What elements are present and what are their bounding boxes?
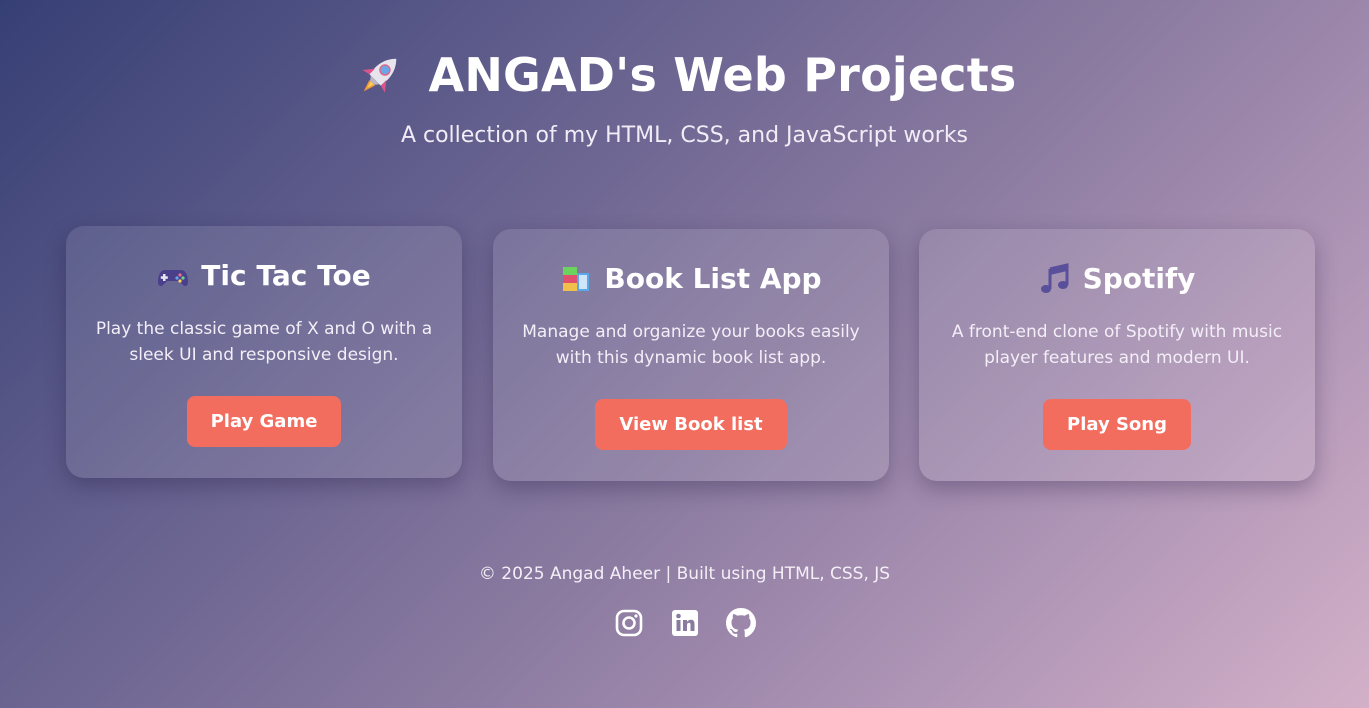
card-title-row: Tic Tac Toe [66, 256, 462, 296]
card-title-row: Spotify [919, 259, 1315, 299]
page-footer: © 2025 Angad Aheer | Built using HTML, C… [0, 562, 1369, 638]
page-subtitle: A collection of my HTML, CSS, and JavaSc… [400, 123, 969, 148]
project-card-tic-tac-toe: Tic Tac Toe Play the classic game of X a… [66, 226, 462, 478]
page-header: ANGAD's Web Projects A collection of my … [0, 44, 1369, 150]
books-icon [560, 263, 592, 295]
card-title: Book List App [604, 262, 822, 295]
title-row: ANGAD's Web Projects [0, 44, 1369, 106]
card-title-row: Book List App [493, 259, 889, 299]
project-card-book-list: Book List App Manage and organize your b… [493, 229, 889, 481]
card-description: Manage and organize your books easily wi… [522, 322, 860, 368]
github-icon[interactable] [725, 608, 756, 638]
card-title: Tic Tac Toe [201, 259, 371, 292]
linkedin-icon[interactable] [670, 608, 700, 638]
footer-copyright: © 2025 Angad Aheer | Built using HTML, C… [478, 564, 891, 584]
card-description: A front-end clone of Spotify with music … [951, 322, 1283, 368]
page-title: ANGAD's Web Projects [428, 48, 1017, 102]
gamepad-icon [157, 260, 189, 292]
play-game-button[interactable]: Play Game [186, 396, 342, 447]
social-links [0, 608, 1369, 638]
view-book-list-button[interactable]: View Book list [595, 399, 787, 450]
card-description: Play the classic game of X and O with a … [95, 319, 433, 365]
card-title: Spotify [1082, 262, 1196, 295]
rocket-icon [353, 48, 407, 102]
play-song-button[interactable]: Play Song [1043, 399, 1191, 450]
music-note-icon [1039, 263, 1071, 295]
project-card-spotify: Spotify A front-end clone of Spotify wit… [919, 229, 1315, 481]
instagram-icon[interactable] [614, 608, 644, 638]
